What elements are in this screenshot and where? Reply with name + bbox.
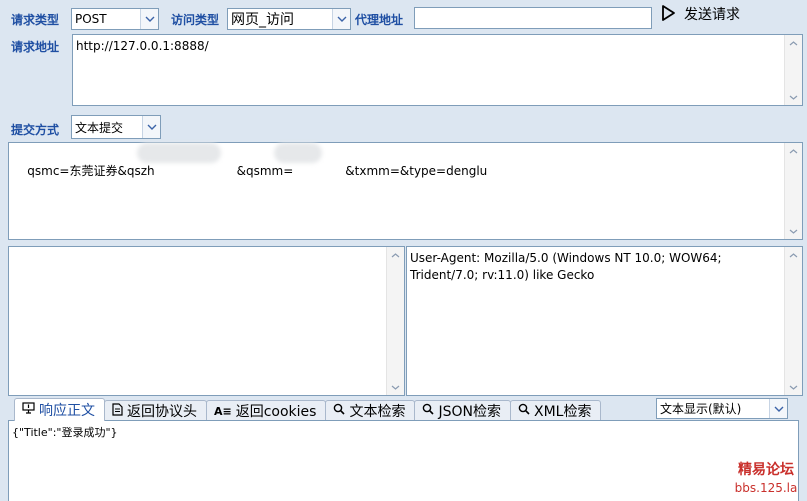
display-mode-select[interactable]: 文本显示(默认) — [656, 398, 788, 419]
chevron-down-icon[interactable] — [142, 116, 160, 138]
scroll-down-icon[interactable] — [387, 379, 404, 395]
send-request-button[interactable]: 发送请求 — [660, 3, 756, 25]
request-headers-right[interactable]: User-Agent: Mozilla/5.0 (Windows NT 10.0… — [406, 246, 803, 396]
request-type-select[interactable]: POST — [71, 8, 159, 30]
url-label: 请求地址 — [11, 40, 60, 54]
scroll-down-icon[interactable] — [785, 223, 802, 239]
chevron-down-icon[interactable] — [769, 399, 787, 418]
scroll-down-icon[interactable] — [785, 379, 802, 395]
watermark-url: bbs.125.la — [734, 481, 798, 495]
text-format-icon: A≡ — [214, 404, 232, 418]
scroll-down-icon[interactable] — [785, 89, 802, 105]
headers-right-scrollbar[interactable] — [784, 247, 802, 395]
forum-watermark: 精易论坛 bbs.125.la — [727, 461, 805, 497]
search-icon — [518, 403, 530, 419]
send-request-label: 发送请求 — [684, 7, 740, 23]
watermark-title: 精易论坛 — [738, 462, 794, 478]
access-type-select[interactable]: 网页_访问 — [227, 8, 351, 30]
tab-label: 文本检索 — [349, 404, 406, 420]
url-input[interactable]: http://127.0.0.1:8888/ — [72, 34, 803, 106]
post-body-part-2: &qsmm= — [236, 164, 294, 178]
request-headers-right-value: User-Agent: Mozilla/5.0 (Windows NT 10.0… — [410, 251, 722, 282]
tab-label: XML检索 — [533, 404, 592, 420]
monitor-icon — [22, 402, 35, 418]
tab-response-body[interactable]: 响应正文 — [14, 398, 105, 421]
redaction-blur — [274, 143, 322, 163]
headers-left-scrollbar[interactable] — [386, 247, 404, 395]
scroll-up-icon[interactable] — [785, 247, 802, 263]
url-scrollbar[interactable] — [784, 35, 802, 105]
document-icon — [112, 402, 123, 420]
chevron-down-icon[interactable] — [140, 9, 158, 29]
scroll-up-icon[interactable] — [387, 247, 404, 263]
request-headers-left[interactable] — [8, 246, 405, 396]
submit-method-label: 提交方式 — [11, 123, 60, 137]
url-value: http://127.0.0.1:8888/ — [76, 39, 209, 53]
redaction-blur — [137, 143, 221, 163]
post-body-text: qsmc=东莞证券&qszh &qsmm= &txmm=&type=denglu — [12, 146, 782, 197]
response-tabs: 响应正文 返回协议头 A≡ 返回cookies 文本检索 JSON检索 XML检… — [14, 398, 602, 421]
proxy-input[interactable] — [414, 7, 652, 29]
request-type-value: POST — [75, 12, 107, 26]
tab-label: JSON检索 — [438, 404, 501, 420]
request-type-label: 请求类型 — [11, 13, 60, 27]
tab-json-search[interactable]: JSON检索 — [414, 400, 511, 421]
scroll-up-icon[interactable] — [785, 143, 802, 159]
chevron-down-icon[interactable] — [332, 9, 350, 29]
post-body-part-3: &txmm=&type=denglu — [345, 164, 488, 178]
tab-response-cookies[interactable]: A≡ 返回cookies — [206, 400, 327, 421]
tab-response-headers[interactable]: 返回协议头 — [104, 400, 207, 421]
tab-text-search[interactable]: 文本检索 — [325, 400, 416, 421]
tab-label: 响应正文 — [39, 403, 95, 419]
submit-method-select[interactable]: 文本提交 — [71, 115, 161, 139]
search-icon — [422, 403, 435, 419]
search-icon — [333, 403, 346, 419]
post-body-part-1: qsmc=东莞证券&qszh — [27, 164, 155, 178]
submit-method-value: 文本提交 — [75, 120, 124, 135]
access-type-label: 访问类型 — [171, 13, 220, 27]
display-mode-value: 文本显示(默认) — [660, 402, 742, 416]
tab-label: 返回协议头 — [127, 404, 197, 420]
access-type-value: 网页_访问 — [231, 12, 294, 28]
proxy-label: 代理地址 — [355, 13, 404, 27]
tab-xml-search[interactable]: XML检索 — [509, 400, 602, 421]
post-body-input[interactable]: qsmc=东莞证券&qszh &qsmm= &txmm=&type=denglu — [8, 142, 803, 240]
response-body-value: {"Title":"登录成功"} — [12, 426, 118, 439]
scroll-up-icon[interactable] — [785, 35, 802, 51]
response-body[interactable]: {"Title":"登录成功"} — [8, 420, 799, 501]
tab-label: 返回cookies — [235, 404, 317, 420]
play-icon — [660, 4, 676, 25]
post-body-scrollbar[interactable] — [784, 143, 802, 239]
